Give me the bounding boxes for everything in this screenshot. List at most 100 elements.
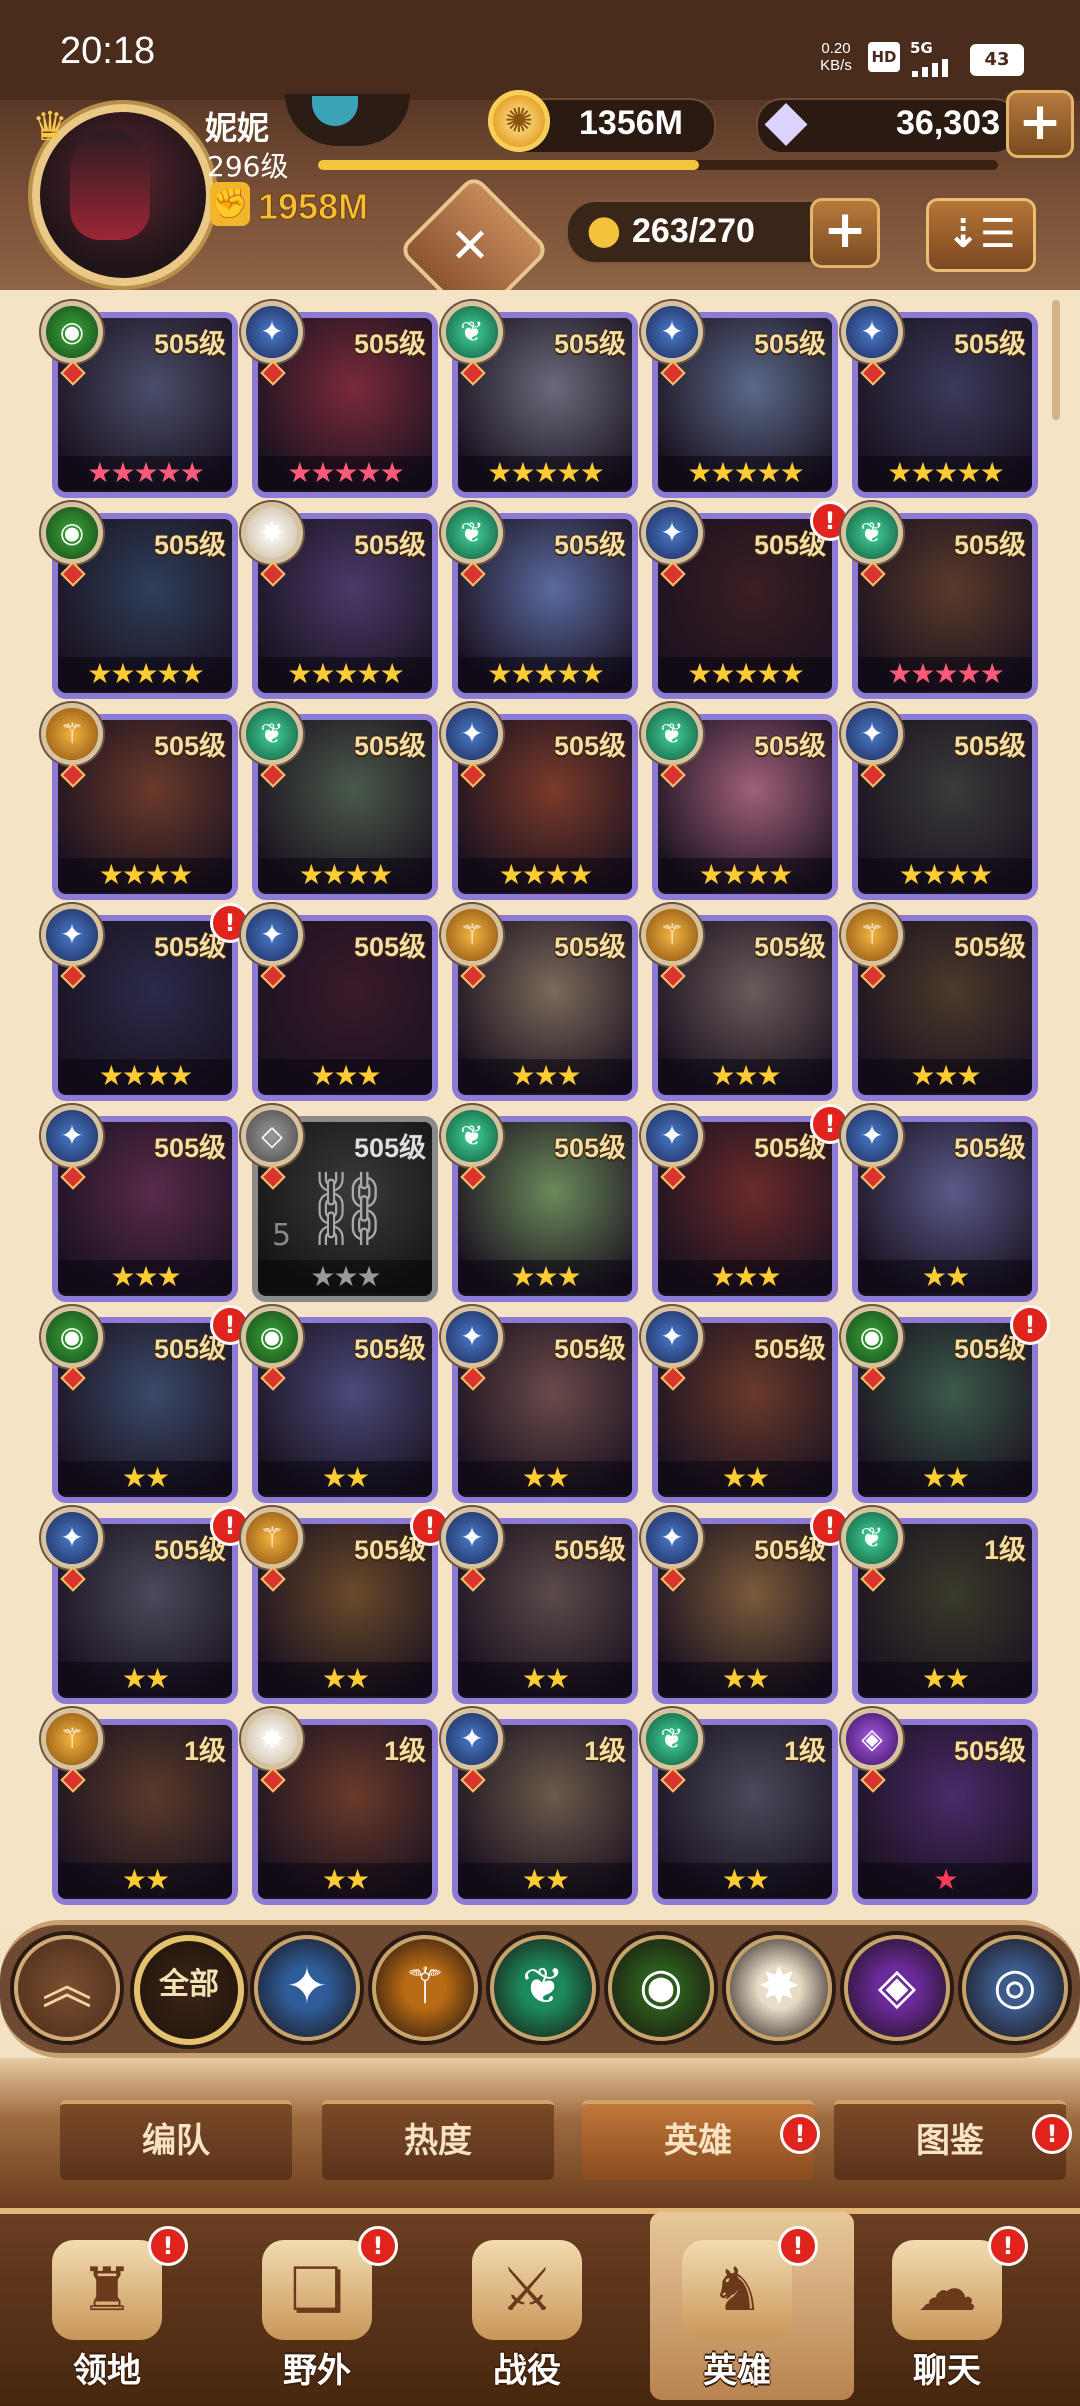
celestial-faction-icon: ✸ [758, 1957, 800, 2015]
graveborn-faction-icon: ◉ [639, 1957, 683, 2015]
nav-alert-badge: ! [988, 2226, 1028, 2266]
hero-level: 505级 [753, 1334, 826, 1364]
hero-level: 505级 [353, 731, 426, 761]
crown-icon: ♛ [32, 104, 68, 150]
coin-icon: ✺ [488, 90, 550, 152]
hero-stars: ★★★★★ [658, 456, 832, 490]
gold-faction-icon: ⚚ [846, 909, 898, 961]
hero-stars: ★★★ [458, 1260, 632, 1294]
signal-bars-icon [912, 59, 948, 77]
scrollbar[interactable] [1052, 300, 1060, 420]
hero-level: 505级 [353, 1334, 426, 1364]
network-type: 5G [910, 39, 933, 57]
hero-level: 505级 [953, 329, 1026, 359]
blue-faction-icon: ✦ [446, 1512, 498, 1564]
blue-faction-icon: ✦ [646, 1512, 698, 1564]
nav-label: 聊天 [913, 2351, 981, 2391]
hero-alert-badge: ! [410, 1506, 450, 1546]
network-speed: 0.20 KB/s [820, 40, 852, 74]
hero-stars: ★★★★★ [458, 456, 632, 490]
hero-level: 505级 [153, 530, 226, 560]
hero-stars: ★★★ [258, 1260, 432, 1294]
green-faction-icon: ◉ [846, 1311, 898, 1363]
filter-all-button[interactable]: 全部 [134, 1935, 244, 2045]
nav-alert-badge: ! [778, 2226, 818, 2266]
hero-stars: ★★ [258, 1662, 432, 1696]
hero-level: 505级 [553, 329, 626, 359]
hero-stars: ★★ [58, 1662, 232, 1696]
hero-level: 1级 [183, 1736, 226, 1766]
sort-button[interactable]: ⇣☰ [926, 198, 1036, 272]
hero-stars: ★★ [258, 1863, 432, 1897]
power-value: 1958M [257, 186, 369, 228]
teal-faction-icon: ❦ [446, 507, 498, 559]
collapse-button[interactable]: ︽ [14, 1935, 120, 2041]
expand-roster-button[interactable]: + [810, 198, 880, 268]
chat-bubble-icon: ☁ [892, 2240, 1002, 2340]
battle-sword-icon: ⚔ [472, 2240, 582, 2340]
tab-heroes[interactable]: 英雄 [582, 2100, 814, 2180]
hero-level: 505级 [153, 329, 226, 359]
hero-helmet-icon: ♞ [682, 2240, 792, 2340]
green-faction-icon: ◉ [46, 1311, 98, 1363]
hero-stars: ★★★★ [858, 858, 1032, 892]
hero-level: 505级 [353, 329, 426, 359]
hero-level: 505级 [953, 731, 1026, 761]
hero-stars: ★★★★★ [658, 657, 832, 691]
gold-faction-icon: ⚚ [246, 1512, 298, 1564]
player-level: 296级 [207, 150, 289, 183]
green-faction-icon: ◉ [46, 507, 98, 559]
hero-stars: ★★ [658, 1662, 832, 1696]
roster-count: 263/270 [632, 212, 755, 250]
hero-level: 1级 [783, 1736, 826, 1766]
hero-stars: ★★★ [858, 1059, 1032, 1093]
green-faction-icon: ◉ [46, 306, 98, 358]
person-icon: ● [586, 207, 622, 253]
filter-hypogean-button[interactable]: ◈ [844, 1935, 950, 2041]
hero-stars: ★★ [458, 1662, 632, 1696]
hero-stars: ★★★★★ [258, 657, 432, 691]
lightbearer-faction-icon: ✦ [286, 1957, 328, 2015]
blue-faction-icon: ✦ [446, 708, 498, 760]
map-scroll-icon: ❏ [262, 2240, 372, 2340]
gem-value: 36,303 [896, 104, 1000, 142]
hero-level: 505级 [553, 1133, 626, 1163]
hero-stars: ★★ [458, 1461, 632, 1495]
filter-celestial-button[interactable]: ✸ [726, 1935, 832, 2041]
hero-level: 505级 [953, 932, 1026, 962]
blue-faction-icon: ✦ [646, 507, 698, 559]
blue-faction-icon: ✦ [646, 1311, 698, 1363]
hero-alert-badge: ! [210, 903, 250, 943]
signal-icon: 5G [910, 38, 960, 77]
tab-formation[interactable]: 编队 [60, 2100, 292, 2180]
gold-faction-icon: ⚚ [46, 1713, 98, 1765]
diamond-icon: ◆ [764, 88, 808, 153]
filter-dimensional-button[interactable]: ◎ [962, 1935, 1068, 2041]
nav-battle-sword[interactable]: ⚔ 战役 [442, 2240, 612, 2400]
tab-heroes-alert: ! [780, 2114, 820, 2154]
hero-stars: ★★★★★ [58, 657, 232, 691]
hero-stars: ★★ [858, 1260, 1032, 1294]
blue-faction-icon: ✦ [646, 306, 698, 358]
hero-stars: ★★★★ [58, 1059, 232, 1093]
hero-alert-badge: ! [1010, 1305, 1050, 1345]
filter-wilder-button[interactable]: ❦ [490, 1935, 596, 2041]
white-faction-icon: ✸ [246, 1713, 298, 1765]
hero-alert-badge: ! [210, 1506, 250, 1546]
hero-stars: ★★ [58, 1461, 232, 1495]
filter-graveborn-button[interactable]: ◉ [608, 1935, 714, 2041]
nav-alert-badge: ! [358, 2226, 398, 2266]
locked-number: 5 [272, 1218, 292, 1253]
hero-alert-badge: ! [210, 1305, 250, 1345]
tab-popularity[interactable]: 热度 [322, 2100, 554, 2180]
hero-level: 505级 [953, 1133, 1026, 1163]
filter-mauler-button[interactable]: ⚚ [372, 1935, 478, 2041]
blue-faction-icon: ✦ [46, 1110, 98, 1162]
hero-stars: ★★ [458, 1863, 632, 1897]
battery-icon: 43 [970, 44, 1024, 76]
buy-gems-button[interactable]: + [1006, 90, 1074, 158]
nav-label: 领地 [73, 2351, 141, 2391]
teal-faction-icon: ❦ [646, 1713, 698, 1765]
tab-collection[interactable]: 图鉴 [834, 2100, 1066, 2180]
filter-lightbearer-button[interactable]: ✦ [254, 1935, 360, 2041]
